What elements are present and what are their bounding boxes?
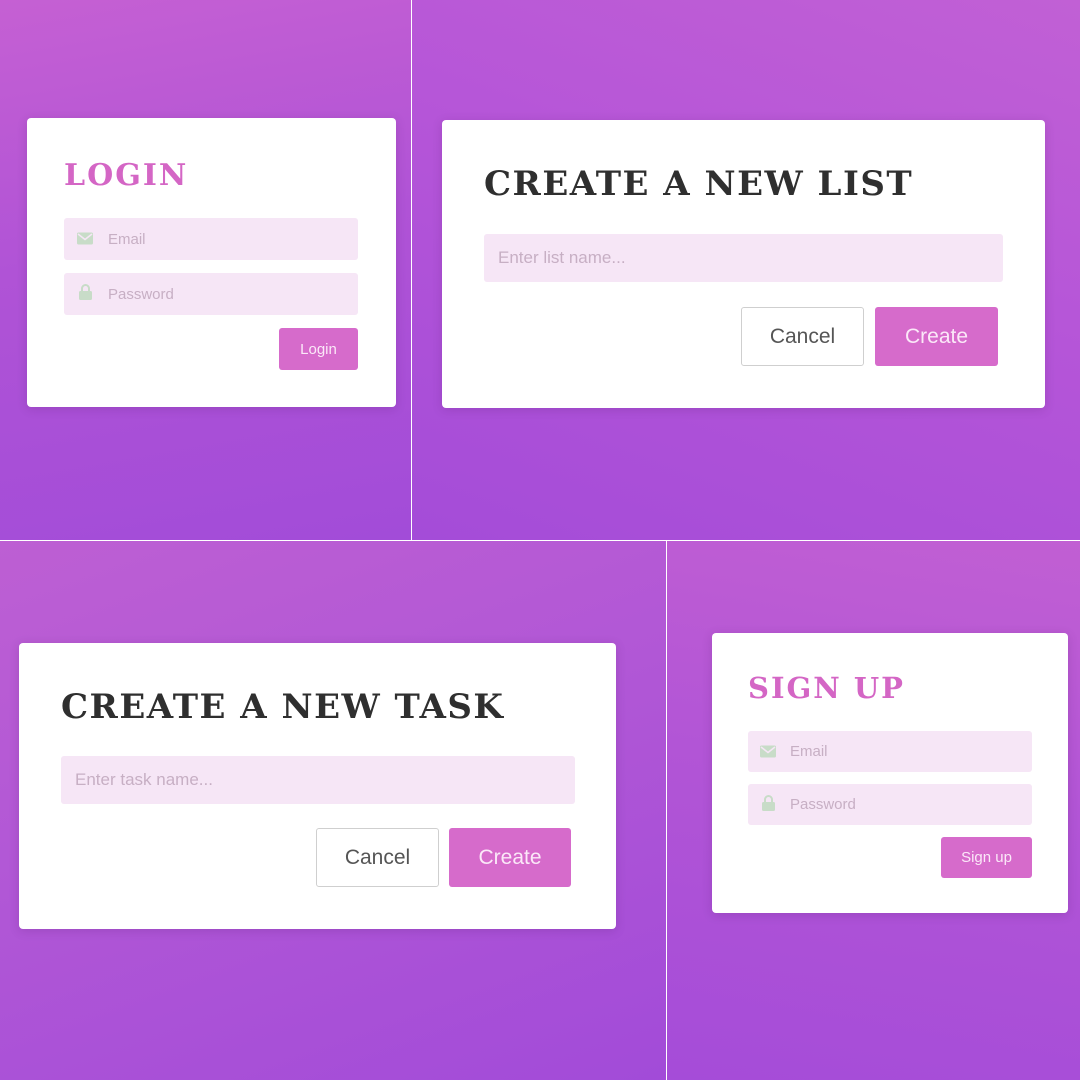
email-field[interactable] <box>748 731 1032 772</box>
password-input[interactable] <box>108 273 350 315</box>
task-name-input[interactable] <box>75 756 567 804</box>
create-task-card: CREATE A NEW TASK Cancel Create <box>19 643 616 929</box>
envelope-icon <box>760 742 776 761</box>
signup-button[interactable]: Sign up <box>941 837 1032 878</box>
password-field[interactable] <box>64 273 358 315</box>
cancel-button[interactable]: Cancel <box>741 307 864 366</box>
signup-panel: SIGN UP Sign up <box>667 541 1080 1080</box>
email-input[interactable] <box>108 218 350 260</box>
email-input[interactable] <box>790 731 1024 772</box>
password-input[interactable] <box>790 784 1024 825</box>
task-name-field[interactable] <box>61 756 575 804</box>
create-task-title: CREATE A NEW TASK <box>61 687 505 727</box>
list-name-field[interactable] <box>484 234 1003 282</box>
create-list-title: CREATE A NEW LIST <box>484 164 914 204</box>
list-name-input[interactable] <box>498 234 995 282</box>
login-button[interactable]: Login <box>279 328 358 370</box>
create-list-card: CREATE A NEW LIST Cancel Create <box>442 120 1045 408</box>
create-task-panel: CREATE A NEW TASK Cancel Create <box>0 541 666 1080</box>
password-field[interactable] <box>748 784 1032 825</box>
create-button[interactable]: Create <box>449 828 571 887</box>
login-card: LOGIN Login <box>27 118 396 407</box>
cancel-button[interactable]: Cancel <box>316 828 439 887</box>
create-button[interactable]: Create <box>875 307 998 366</box>
signup-card: SIGN UP Sign up <box>712 633 1068 913</box>
lock-icon <box>79 284 92 304</box>
login-panel: LOGIN Login <box>0 0 411 540</box>
envelope-icon <box>77 230 93 249</box>
lock-icon <box>762 794 775 815</box>
login-title: LOGIN <box>64 158 189 193</box>
create-list-panel: CREATE A NEW LIST Cancel Create <box>412 0 1080 540</box>
signup-title: SIGN UP <box>748 671 905 705</box>
email-field[interactable] <box>64 218 358 260</box>
